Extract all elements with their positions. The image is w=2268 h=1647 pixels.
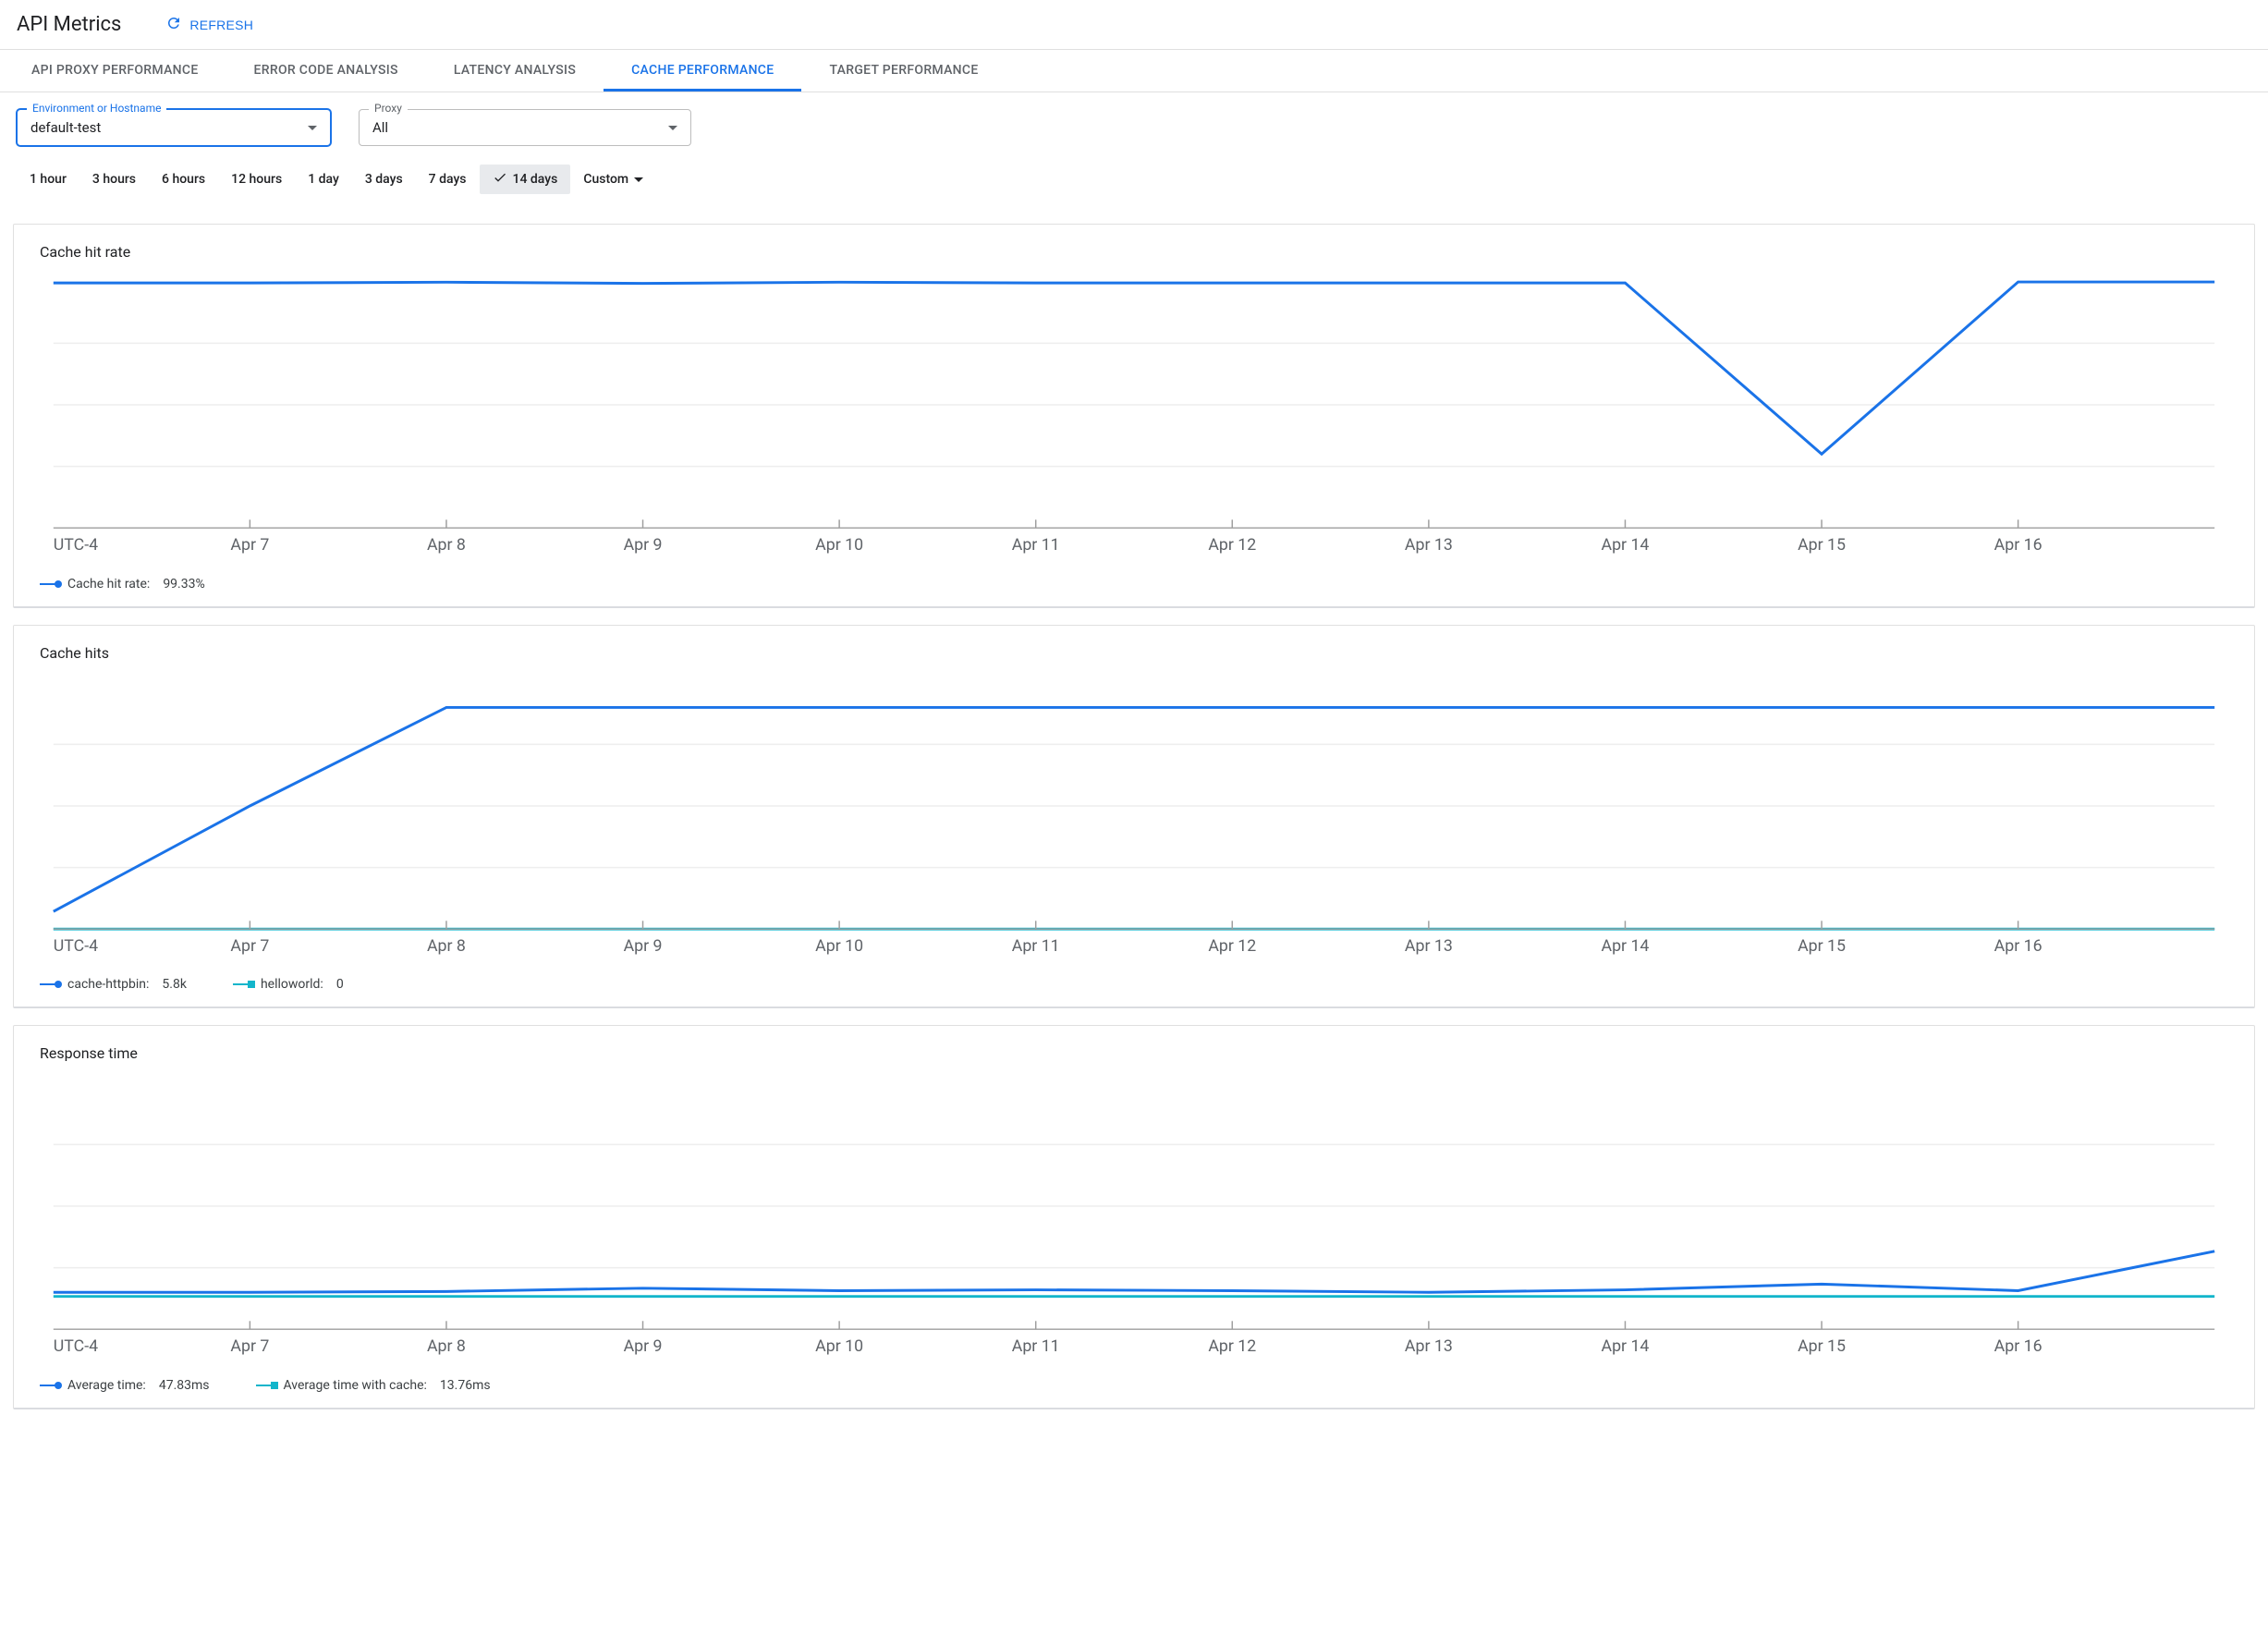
time-range-1-hour[interactable]: 1 hour [17, 166, 79, 192]
legend-swatch [40, 583, 60, 585]
chevron-down-icon [308, 126, 317, 130]
svg-text:Apr 11: Apr 11 [1012, 536, 1060, 555]
time-range-3-days[interactable]: 3 days [352, 166, 416, 192]
svg-text:Apr 13: Apr 13 [1405, 1337, 1453, 1356]
svg-text:Apr 16: Apr 16 [1994, 1337, 2042, 1356]
svg-text:Apr 15: Apr 15 [1798, 1337, 1846, 1356]
time-range-custom[interactable]: Custom [570, 166, 656, 192]
environment-select[interactable]: Environment or Hostname default-test [17, 109, 331, 146]
refresh-label: REFRESH [189, 18, 253, 32]
chart-plot-response-time: UTC-4 Apr 7 Apr 8 Apr 9 Apr 10 Apr 11 Apr 12 Ap… [40, 1069, 2228, 1371]
chart-plot-wrap: UTC-4 Apr 7 Apr 8 Apr 9 Apr 10 Apr 11 Apr 12 Ap… [14, 268, 2254, 569]
chart-title: Cache hit rate [14, 225, 2254, 268]
svg-text:Apr 14: Apr 14 [1601, 536, 1649, 555]
proxy-select[interactable]: Proxy All [359, 109, 691, 146]
svg-text:Apr 12: Apr 12 [1208, 536, 1256, 555]
tabs-bar: API PROXY PERFORMANCEERROR CODE ANALYSIS… [0, 49, 2268, 92]
refresh-button[interactable]: REFRESH [158, 9, 261, 40]
legend-item[interactable]: helloworld: 0 [233, 977, 344, 992]
legend-swatch [256, 1385, 276, 1386]
svg-text:Apr 13: Apr 13 [1405, 536, 1453, 555]
legend-item[interactable]: cache-httpbin: 5.8k [40, 977, 187, 992]
page-header: API Metrics REFRESH [0, 0, 2268, 49]
svg-text:Apr 15: Apr 15 [1798, 936, 1846, 955]
chart-plot-wrap: UTC-4 Apr 7 Apr 8 Apr 9 Apr 10 Apr 11 Apr 12 Ap… [14, 669, 2254, 970]
refresh-icon [165, 15, 182, 34]
svg-text:UTC-4: UTC-4 [54, 936, 98, 955]
legend-item[interactable]: Cache hit rate: 99.33% [40, 577, 205, 592]
svg-text:Apr 8: Apr 8 [427, 936, 466, 955]
svg-text:Apr 12: Apr 12 [1208, 936, 1256, 955]
time-range-row: 1 hour3 hours6 hours12 hours1 day3 days7… [0, 146, 2268, 200]
svg-text:Apr 15: Apr 15 [1798, 536, 1846, 555]
tab-latency-analysis[interactable]: LATENCY ANALYSIS [426, 50, 604, 92]
chart-plot-wrap: UTC-4 Apr 7 Apr 8 Apr 9 Apr 10 Apr 11 Apr 12 Ap… [14, 1069, 2254, 1371]
svg-text:Apr 14: Apr 14 [1601, 936, 1649, 955]
svg-text:Apr 9: Apr 9 [624, 536, 663, 555]
tab-target-performance[interactable]: TARGET PERFORMANCE [801, 50, 1006, 92]
legend-swatch [40, 1385, 60, 1386]
svg-text:Apr 10: Apr 10 [815, 936, 863, 955]
svg-text:Apr 8: Apr 8 [427, 1337, 466, 1356]
svg-text:UTC-4: UTC-4 [54, 536, 98, 555]
time-range-1-day[interactable]: 1 day [295, 166, 352, 192]
chart-legend-cache-hits: cache-httpbin: 5.8k helloworld: 0 [14, 970, 2254, 1005]
svg-text:Apr 9: Apr 9 [624, 936, 663, 955]
svg-text:Apr 7: Apr 7 [230, 936, 269, 955]
charts-container: Cache hit rate UTC-4 Apr 7 Apr 8 Apr 9 Apr 1… [0, 200, 2268, 1422]
chart-title: Response time [14, 1026, 2254, 1069]
svg-text:Apr 10: Apr 10 [815, 536, 863, 555]
svg-text:Apr 12: Apr 12 [1208, 1337, 1256, 1356]
chart-card-response-time: Response time UTC-4 Apr 7 Apr 8 Apr 9 Apr 10… [13, 1025, 2255, 1409]
svg-text:Apr 9: Apr 9 [624, 1337, 663, 1356]
chart-legend-cache-hit-rate: Cache hit rate: 99.33% [14, 569, 2254, 604]
svg-text:UTC-4: UTC-4 [54, 1337, 98, 1356]
chevron-down-icon [634, 177, 643, 182]
svg-text:Apr 10: Apr 10 [815, 1337, 863, 1356]
filter-row: Environment or Hostname default-test Pro… [0, 92, 2268, 146]
chevron-down-icon [668, 126, 677, 130]
svg-text:Apr 16: Apr 16 [1994, 936, 2042, 955]
check-icon [493, 170, 507, 189]
page-title: API Metrics [17, 13, 121, 36]
svg-text:Apr 11: Apr 11 [1012, 936, 1060, 955]
chart-legend-response-time: Average time: 47.83ms Average time with … [14, 1371, 2254, 1406]
time-range-7-days[interactable]: 7 days [416, 166, 480, 192]
time-range-14-days[interactable]: 14 days [480, 165, 571, 194]
svg-text:Apr 11: Apr 11 [1012, 1337, 1060, 1356]
svg-text:Apr 7: Apr 7 [230, 1337, 269, 1356]
svg-text:Apr 13: Apr 13 [1405, 936, 1453, 955]
environment-select-label: Environment or Hostname [27, 102, 166, 115]
legend-item[interactable]: Average time with cache: 13.76ms [256, 1378, 491, 1393]
proxy-select-label: Proxy [369, 102, 408, 115]
tab-cache-performance[interactable]: CACHE PERFORMANCE [604, 50, 801, 92]
time-range-6-hours[interactable]: 6 hours [149, 166, 218, 192]
chart-title: Cache hits [14, 626, 2254, 669]
svg-text:Apr 8: Apr 8 [427, 536, 466, 555]
legend-item[interactable]: Average time: 47.83ms [40, 1378, 210, 1393]
svg-text:Apr 14: Apr 14 [1601, 1337, 1649, 1356]
legend-swatch [233, 983, 253, 985]
chart-plot-cache-hit-rate: UTC-4 Apr 7 Apr 8 Apr 9 Apr 10 Apr 11 Apr 12 Ap… [40, 268, 2228, 569]
chart-plot-cache-hits: UTC-4 Apr 7 Apr 8 Apr 9 Apr 10 Apr 11 Apr 12 Ap… [40, 669, 2228, 970]
svg-text:Apr 16: Apr 16 [1994, 536, 2042, 555]
time-range-3-hours[interactable]: 3 hours [79, 166, 149, 192]
legend-swatch [40, 983, 60, 985]
tab-error-code-analysis[interactable]: ERROR CODE ANALYSIS [226, 50, 426, 92]
chart-card-cache-hits: Cache hits UTC-4 Apr 7 Apr 8 Apr 9 Apr 10 Apr… [13, 625, 2255, 1009]
chart-card-cache-hit-rate: Cache hit rate UTC-4 Apr 7 Apr 8 Apr 9 Apr 1… [13, 224, 2255, 608]
proxy-select-value: All [372, 119, 388, 136]
time-range-12-hours[interactable]: 12 hours [218, 166, 295, 192]
svg-text:Apr 7: Apr 7 [230, 536, 269, 555]
tab-api-proxy-performance[interactable]: API PROXY PERFORMANCE [4, 50, 226, 92]
environment-select-value: default-test [30, 119, 101, 136]
